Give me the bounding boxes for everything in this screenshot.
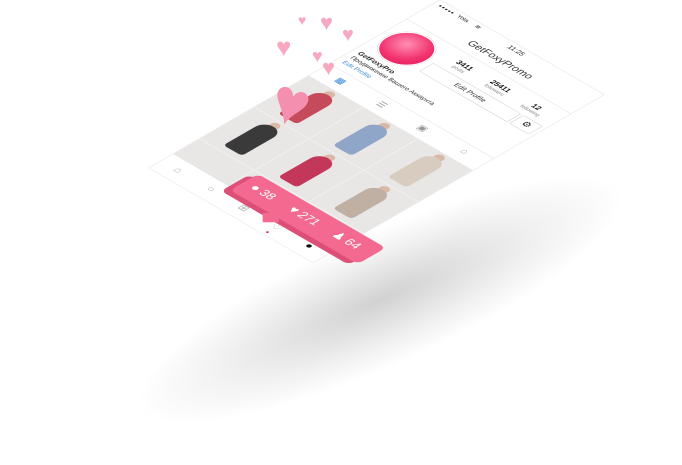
- heart-icon: ♥: [342, 24, 354, 46]
- comments-counter: ●38: [246, 182, 280, 202]
- likes-counter: ♥271: [284, 205, 324, 228]
- heart-icon: ♥: [322, 55, 336, 80]
- likes-count: 271: [293, 209, 325, 228]
- heart-icon: ♥: [276, 32, 292, 62]
- notification-pointer: [262, 212, 279, 223]
- activity-heart-icon: ♡: [267, 221, 286, 233]
- followers-counter: ♟64: [328, 230, 365, 251]
- comments-count: 38: [255, 187, 280, 202]
- heart-icon: ♥: [320, 10, 334, 35]
- gear-icon: ⚙: [518, 119, 535, 130]
- heart-icon: ♥: [298, 12, 307, 28]
- followers-count-badge: 64: [340, 236, 365, 251]
- activity-dot: [265, 230, 270, 234]
